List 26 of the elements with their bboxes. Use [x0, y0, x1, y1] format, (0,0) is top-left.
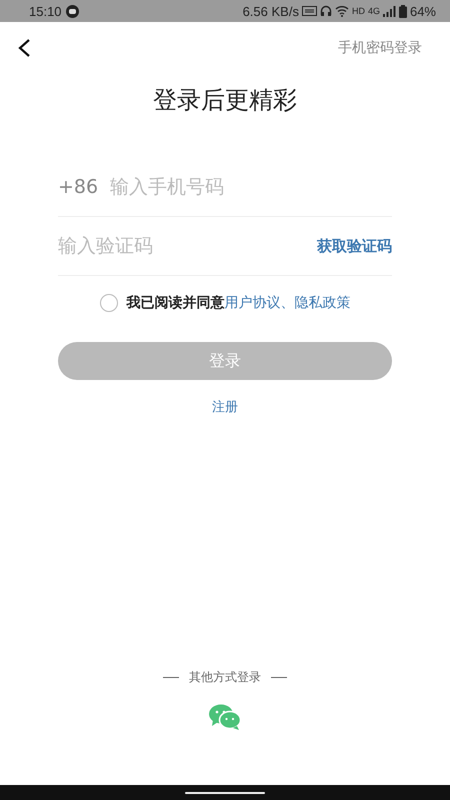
battery-icon	[398, 4, 407, 18]
code-field[interactable]: 输入验证码	[58, 235, 317, 257]
get-code-link[interactable]: 获取验证码	[317, 236, 392, 256]
back-icon[interactable]	[16, 38, 32, 58]
separator-text: 、	[280, 294, 294, 312]
network-type: 4G	[368, 6, 380, 16]
user-agreement-link[interactable]: 用户协议	[224, 294, 280, 312]
privacy-policy-link[interactable]: 隐私政策	[294, 294, 350, 312]
other-login-label: 其他方式登录	[189, 669, 261, 686]
agreement-checkbox[interactable]	[100, 294, 118, 312]
agreement-text: 我已阅读并同意	[126, 294, 224, 312]
app-notification-icon	[66, 4, 79, 18]
battery-percent: 64%	[410, 4, 436, 18]
card-icon	[302, 6, 317, 16]
clock: 15:10	[29, 4, 62, 18]
page-title: 登录后更精彩	[152, 85, 298, 116]
country-code[interactable]: +86	[58, 176, 98, 198]
register-link[interactable]: 注册	[212, 398, 238, 416]
wifi-icon	[334, 5, 349, 17]
network-speed: 6.56 KB/s	[242, 4, 299, 18]
phone-field[interactable]: 输入手机号码	[110, 176, 392, 198]
hd-label: HD	[352, 6, 365, 16]
home-indicator[interactable]	[185, 792, 265, 794]
headphones-icon	[320, 5, 332, 17]
signal-icon	[382, 6, 396, 16]
password-login-link[interactable]: 手机密码登录	[338, 39, 422, 57]
